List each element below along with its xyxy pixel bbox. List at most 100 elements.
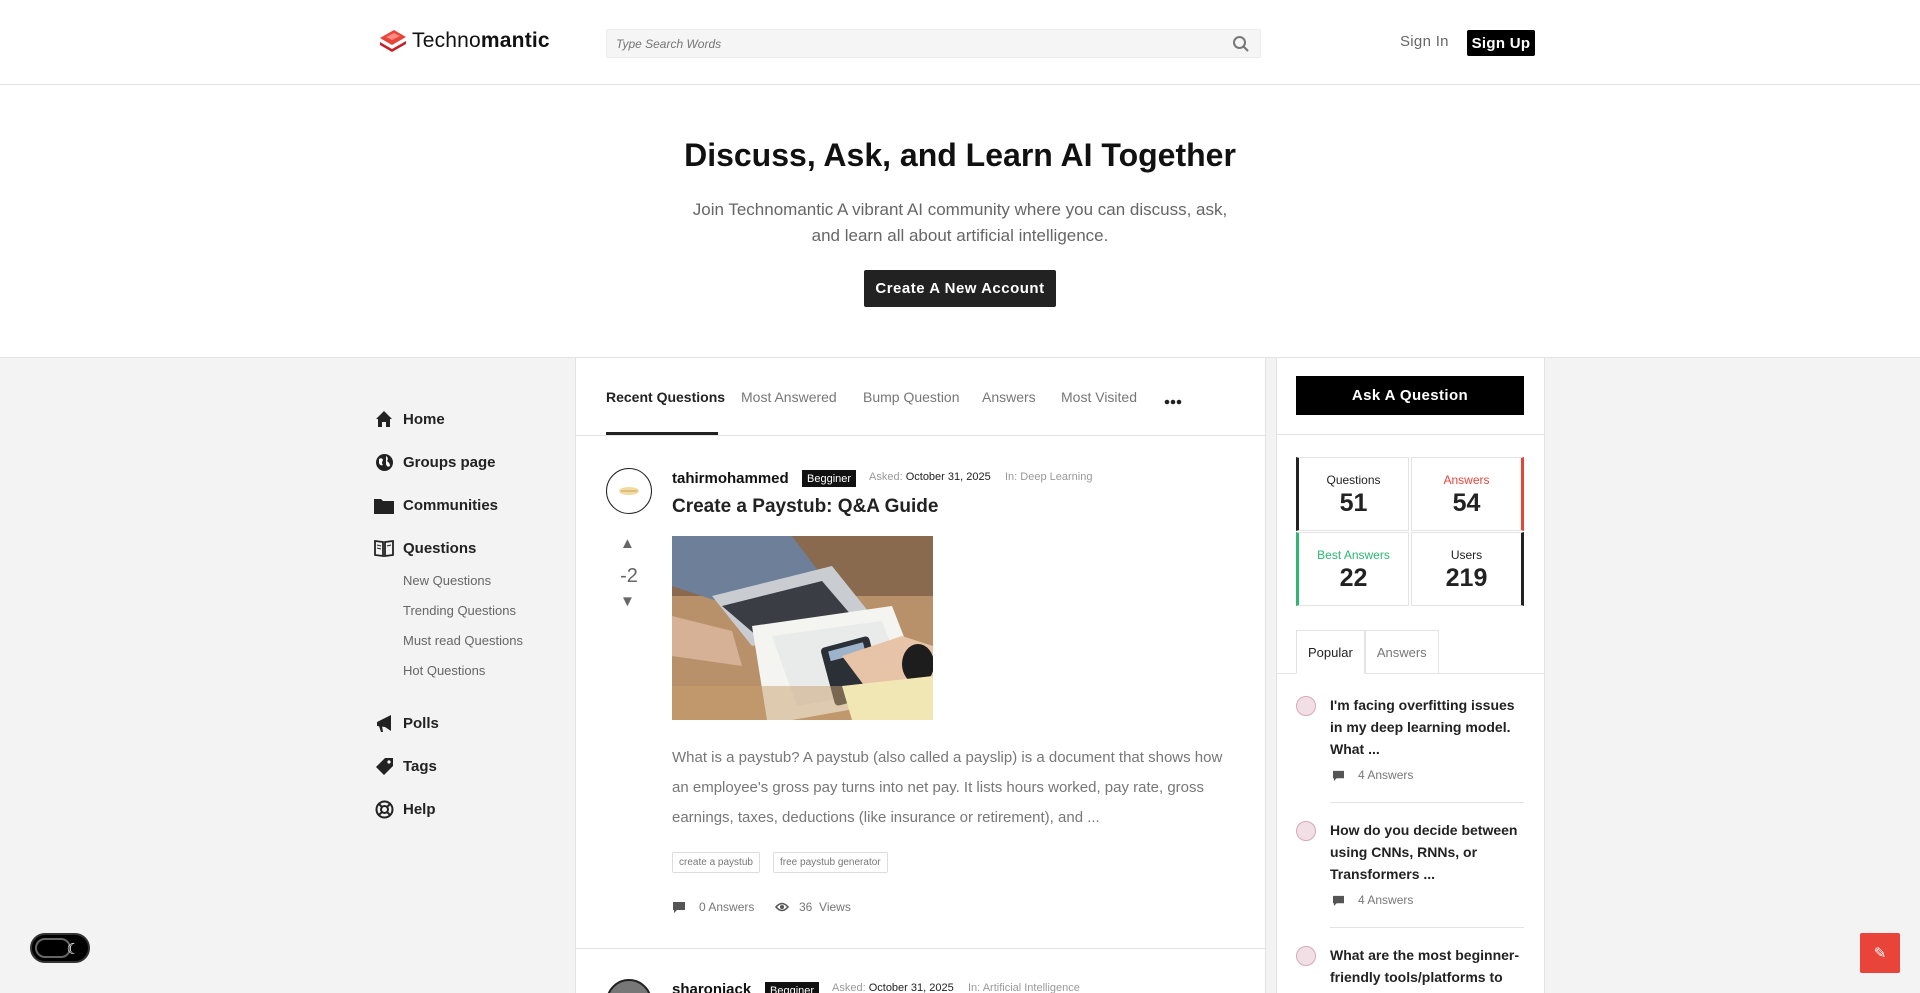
avatar[interactable] bbox=[606, 979, 652, 993]
logo-icon bbox=[380, 30, 406, 52]
sidebar-sub-hot-questions[interactable]: Hot Questions bbox=[403, 663, 485, 678]
avatar[interactable] bbox=[606, 468, 652, 514]
views-label: Views bbox=[819, 900, 851, 914]
more-tabs-icon[interactable] bbox=[1164, 392, 1182, 410]
tab-bump-question[interactable]: Bump Question bbox=[863, 389, 960, 405]
popular-question-title[interactable]: What are the most beginner-friendly tool… bbox=[1330, 944, 1524, 988]
sidebar-sub-trending-questions[interactable]: Trending Questions bbox=[403, 603, 516, 618]
vote-down-icon[interactable]: ▼ bbox=[620, 593, 635, 610]
hero-title: Discuss, Ask, and Learn AI Together bbox=[684, 137, 1236, 173]
in-label: In: bbox=[968, 982, 981, 993]
stat-users: Users 219 bbox=[1411, 532, 1524, 606]
popular-answers-text: 4 Answers bbox=[1358, 768, 1414, 782]
sidebar-item-questions[interactable]: Questions bbox=[374, 538, 476, 558]
comment-icon bbox=[1333, 895, 1344, 906]
stat-questions: Questions 51 bbox=[1296, 457, 1409, 531]
hero-section: Discuss, Ask, and Learn AI Together Join… bbox=[0, 85, 1920, 358]
popular-answers-text: 4 Answers bbox=[1358, 893, 1414, 907]
tag-chip[interactable]: create a paystub bbox=[672, 852, 760, 873]
question-image[interactable] bbox=[672, 536, 933, 720]
sidebar-item-label: Communities bbox=[403, 496, 499, 514]
stat-value: 22 bbox=[1339, 564, 1368, 592]
sidebar-item-label: Questions bbox=[403, 539, 477, 557]
moon-icon: ☾ bbox=[66, 941, 80, 958]
popular-question-title[interactable]: How do you decide between using CNNs, RN… bbox=[1330, 819, 1524, 885]
ask-question-button[interactable]: Ask A Question bbox=[1296, 376, 1524, 415]
stat-label: Answers bbox=[1443, 473, 1490, 487]
popular-question-title[interactable]: I'm facing overfitting issues in my deep… bbox=[1330, 694, 1524, 760]
sidebar-item-home[interactable]: Home bbox=[374, 409, 445, 429]
active-tab-indicator bbox=[606, 432, 718, 435]
dark-mode-toggle[interactable]: ☾ bbox=[30, 933, 90, 963]
avatar[interactable] bbox=[1296, 821, 1316, 841]
views-number: 36 bbox=[799, 900, 813, 914]
hero-subtitle: Join Technomantic A vibrant AI community… bbox=[692, 200, 1228, 245]
right-sidebar: Ask A Question Questions 51 Answers 54 B… bbox=[1276, 358, 1545, 993]
question-title[interactable]: Create a Paystub: Q&A Guide bbox=[672, 496, 938, 518]
search-input[interactable] bbox=[607, 30, 1207, 57]
home-icon bbox=[374, 409, 394, 429]
feed-tabs: Recent Questions Most Answered Bump Ques… bbox=[576, 358, 1265, 436]
category-meta: In: Artificial Intelligence bbox=[968, 982, 1080, 993]
sidebar-item-label: Tags bbox=[403, 757, 437, 775]
divider bbox=[1330, 802, 1524, 803]
category-meta: In: Deep Learning bbox=[1005, 471, 1092, 483]
tab-most-visited[interactable]: Most Visited bbox=[1061, 389, 1137, 405]
sidebar-item-label: Help bbox=[403, 800, 436, 818]
popular-answers-count[interactable]: 4 Answers bbox=[1332, 893, 1413, 907]
sidebar-item-help[interactable]: Help bbox=[374, 799, 436, 819]
sidebar-item-polls[interactable]: Polls bbox=[374, 713, 439, 733]
tag-chip[interactable]: free paystub generator bbox=[773, 852, 888, 873]
popular-answers-count[interactable]: 4 Answers bbox=[1332, 768, 1413, 782]
sidebar-item-communities[interactable]: Communities bbox=[374, 495, 498, 515]
author-badge: Begginer bbox=[765, 982, 820, 993]
tab-popular[interactable]: Popular bbox=[1296, 630, 1365, 674]
stat-value: 51 bbox=[1339, 489, 1368, 517]
question-category-link[interactable]: Artificial Intelligence bbox=[983, 982, 1080, 993]
stat-value: 219 bbox=[1445, 564, 1488, 592]
site-header: Technomantic Sign In Sign Up bbox=[0, 0, 1920, 85]
in-label: In: bbox=[1005, 471, 1018, 483]
pencil-icon: ✎ bbox=[1873, 945, 1887, 962]
avatar[interactable] bbox=[1296, 946, 1316, 966]
tab-answers[interactable]: Answers bbox=[982, 389, 1036, 405]
answers-count[interactable]: 0 Answers bbox=[672, 900, 754, 914]
sidebar-sub-must-read-questions[interactable]: Must read Questions bbox=[403, 633, 523, 648]
tag-icon bbox=[374, 756, 394, 776]
tab-most-answered[interactable]: Most Answered bbox=[741, 389, 837, 405]
author-badge: Begginer bbox=[802, 470, 857, 487]
question-category-link[interactable]: Deep Learning bbox=[1020, 471, 1092, 483]
avatar[interactable] bbox=[1296, 696, 1316, 716]
sign-in-link[interactable]: Sign In bbox=[1400, 33, 1449, 50]
stat-label: Users bbox=[1450, 548, 1483, 562]
avatar-logo-icon bbox=[619, 487, 639, 495]
tab-recent-questions[interactable]: Recent Questions bbox=[606, 389, 725, 405]
logo[interactable]: Technomantic bbox=[376, 26, 550, 56]
sidebar-item-label: Groups page bbox=[403, 453, 496, 471]
views-count: 36 Views bbox=[775, 900, 851, 914]
megaphone-icon bbox=[374, 713, 394, 733]
create-account-button[interactable]: Create A New Account bbox=[864, 270, 1056, 307]
sidebar-item-groups[interactable]: Groups page bbox=[374, 452, 496, 472]
question-excerpt: What is a paystub? A paystub (also calle… bbox=[672, 749, 1223, 826]
sidebar-item-tags[interactable]: Tags bbox=[374, 756, 437, 776]
globe-icon bbox=[374, 452, 394, 472]
logo-text: Technomantic bbox=[412, 29, 550, 52]
answers-count-text: 0 Answers bbox=[699, 900, 755, 914]
tab-answers-widget[interactable]: Answers bbox=[1364, 630, 1439, 674]
vote-up-icon[interactable]: ▲ bbox=[620, 535, 635, 552]
question-author[interactable]: sharonjack bbox=[672, 981, 751, 993]
questions-feed: Recent Questions Most Answered Bump Ques… bbox=[575, 358, 1266, 993]
sign-up-button[interactable]: Sign Up bbox=[1467, 30, 1535, 56]
sidebar-sub-new-questions[interactable]: New Questions bbox=[403, 573, 491, 588]
question-author[interactable]: tahirmohammed bbox=[672, 470, 789, 487]
divider bbox=[1330, 927, 1524, 928]
asked-date: October 31, 2025 bbox=[905, 471, 991, 483]
search-bar bbox=[606, 29, 1261, 58]
write-post-button[interactable]: ✎ bbox=[1860, 933, 1900, 973]
search-icon[interactable] bbox=[1232, 35, 1250, 53]
eye-icon bbox=[775, 902, 789, 912]
stat-label: Questions bbox=[1326, 473, 1381, 487]
stat-answers: Answers 54 bbox=[1411, 457, 1524, 531]
divider bbox=[1277, 434, 1544, 435]
